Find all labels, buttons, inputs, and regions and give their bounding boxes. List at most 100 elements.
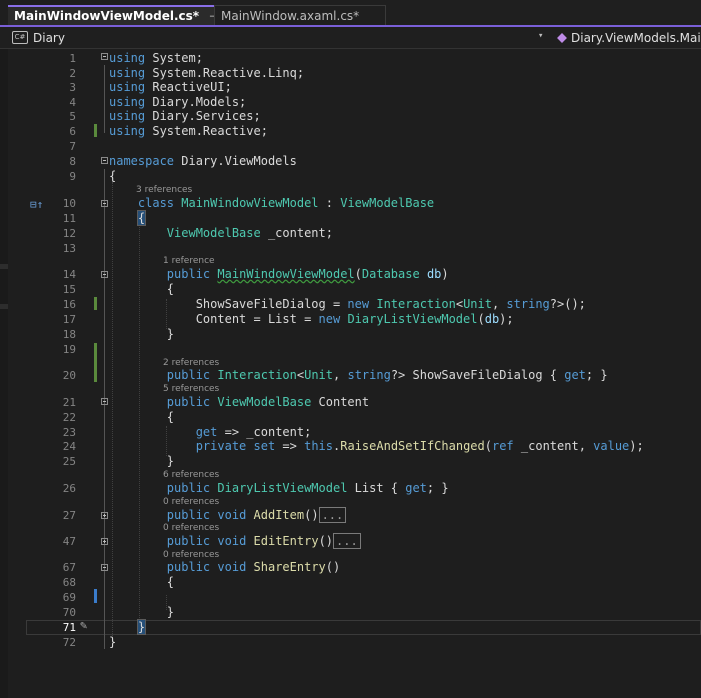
code-line[interactable]: 70 } <box>26 605 701 620</box>
code-line[interactable]: 16 ShowSaveFileDialog = new Interaction<… <box>26 297 701 312</box>
line-number: 71 <box>62 621 76 634</box>
code-line[interactable]: 72 } <box>26 635 701 650</box>
line-number: 25 <box>62 455 76 468</box>
code-text: } <box>109 327 175 341</box>
code-line[interactable]: 6 using System.Reactive; <box>26 124 701 139</box>
code-editor[interactable]: 1 using System; 2 using System.Reactive.… <box>26 49 701 698</box>
code-line[interactable]: 20 public Interaction<Unit, string?> Sho… <box>26 368 701 383</box>
code-line[interactable]: 13 <box>26 241 701 256</box>
code-line[interactable]: 14 public MainWindowViewModel(Database d… <box>26 267 701 282</box>
codelens-references[interactable]: 2 references <box>163 358 219 368</box>
code-line[interactable]: 12 ViewModelBase _content; <box>26 226 701 241</box>
quick-actions-brush-icon[interactable]: ✎ <box>80 618 87 632</box>
code-line[interactable]: 9 { <box>26 169 701 184</box>
project-dropdown[interactable]: C# Diary <box>12 29 552 46</box>
code-text: public DiaryListViewModel List { get; } <box>166 481 449 495</box>
code-line[interactable]: 27 public void AddItem()... <box>26 507 701 523</box>
code-text: public Interaction<Unit, string?> ShowSa… <box>166 368 608 382</box>
code-text: { <box>136 210 147 226</box>
line-number: 26 <box>62 482 76 495</box>
line-number: 47 <box>62 535 76 548</box>
type-scope-dropdown[interactable]: Diary.ViewModels.MainWi <box>557 29 701 46</box>
line-number: 13 <box>62 242 76 255</box>
code-line[interactable]: 1 using System; <box>26 51 701 66</box>
code-line[interactable]: 24 private set => this.RaiseAndSetIfChan… <box>26 439 701 454</box>
collapsed-region-button[interactable]: ... <box>333 533 361 549</box>
margin-marker <box>0 304 8 309</box>
line-number: 21 <box>62 396 76 409</box>
codelens-references[interactable]: 5 references <box>163 384 219 394</box>
code-line[interactable]: 23 get => _content; <box>26 425 701 440</box>
line-number: 7 <box>69 140 76 153</box>
navigation-bar: C# Diary ▾ Diary.ViewModels.MainWi <box>0 27 701 49</box>
tab-label: MainWindowViewModel.cs* <box>14 9 200 23</box>
code-line[interactable]: 4 using Diary.Models; <box>26 95 701 110</box>
codelens-references[interactable]: 0 references <box>163 497 219 507</box>
code-line[interactable]: 10 class MainWindowViewModel : ViewModel… <box>26 196 701 211</box>
code-line[interactable]: 26 public DiaryListViewModel List { get;… <box>26 481 701 496</box>
chevron-down-icon[interactable]: ▾ <box>538 31 543 41</box>
line-number: 8 <box>69 155 76 168</box>
codelens-references[interactable]: 6 references <box>163 470 219 480</box>
code-line[interactable]: 18 } <box>26 327 701 342</box>
line-number: 23 <box>62 426 76 439</box>
code-text: using Diary.Models; <box>109 95 247 109</box>
code-line[interactable]: 19 <box>26 342 701 357</box>
line-number: 4 <box>69 96 76 109</box>
code-line[interactable]: 21 public ViewModelBase Content <box>26 395 701 410</box>
code-line[interactable]: 2 using System.Reactive.Linq; <box>26 66 701 81</box>
line-number: 15 <box>62 283 76 296</box>
code-text: } <box>109 635 117 649</box>
code-text: using System.Reactive.Linq; <box>109 66 305 80</box>
line-number: 3 <box>69 81 76 94</box>
code-text: { <box>109 575 175 589</box>
code-text: using System.Reactive; <box>109 124 268 138</box>
code-line[interactable]: 8 namespace Diary.ViewModels <box>26 154 701 169</box>
code-text: using Diary.Services; <box>109 109 261 123</box>
codelens-references[interactable]: 1 reference <box>163 256 215 266</box>
code-editor-window: MainWindowViewModel.cs* ⊣ ✕ MainWindow.a… <box>0 0 701 698</box>
line-number: 17 <box>62 313 76 326</box>
code-line[interactable]: 11 { <box>26 210 701 226</box>
codelens-references[interactable]: 3 references <box>136 185 192 195</box>
code-line[interactable]: 47 public void EditEntry()... <box>26 533 701 549</box>
line-number: 20 <box>62 369 76 382</box>
code-line[interactable]: 25 } <box>26 454 701 469</box>
codelens-references[interactable]: 0 references <box>163 523 219 533</box>
line-number: 5 <box>69 110 76 123</box>
code-line[interactable]: 69 <box>26 590 701 605</box>
code-line[interactable]: 5 using Diary.Services; <box>26 109 701 124</box>
line-number: 12 <box>62 227 76 240</box>
line-number: 6 <box>69 125 76 138</box>
code-line-current[interactable]: 71 } <box>26 619 701 635</box>
type-scope-label: Diary.ViewModels.MainWi <box>571 30 701 45</box>
code-text: } <box>136 619 147 635</box>
code-line[interactable]: 7 <box>26 139 701 154</box>
code-line[interactable]: 22 { <box>26 410 701 425</box>
margin-marker <box>0 264 8 269</box>
code-text: } <box>109 454 175 468</box>
code-text: public void AddItem()... <box>109 507 347 523</box>
line-number: 14 <box>62 268 76 281</box>
code-text: { <box>109 169 117 183</box>
codelens-references[interactable]: 0 references <box>163 550 219 560</box>
line-number: 69 <box>62 591 76 604</box>
code-line[interactable]: 3 using ReactiveUI; <box>26 80 701 95</box>
line-number: 11 <box>62 212 76 225</box>
code-line[interactable]: 17 Content = List = new DiaryListViewMod… <box>26 312 701 327</box>
line-number: 27 <box>62 509 76 522</box>
tab-mainwindow-axaml[interactable]: MainWindow.axaml.cs* <box>214 5 386 25</box>
code-text: { <box>109 410 175 424</box>
code-line[interactable]: 15 { <box>26 282 701 297</box>
code-text: public void EditEntry()... <box>109 533 361 549</box>
csharp-project-icon: C# <box>12 31 28 44</box>
tab-mainwindowviewmodel[interactable]: MainWindowViewModel.cs* ⊣ ✕ <box>8 5 237 25</box>
line-number: 72 <box>62 636 76 649</box>
line-number: 22 <box>62 411 76 424</box>
code-line[interactable]: 67 public void ShareEntry() <box>26 560 701 575</box>
code-line[interactable]: 68 { <box>26 575 701 590</box>
code-text: private set => this.RaiseAndSetIfChanged… <box>195 439 644 453</box>
code-text: using ReactiveUI; <box>109 80 232 94</box>
collapsed-region-button[interactable]: ... <box>318 507 347 523</box>
code-text: using System; <box>109 51 203 65</box>
